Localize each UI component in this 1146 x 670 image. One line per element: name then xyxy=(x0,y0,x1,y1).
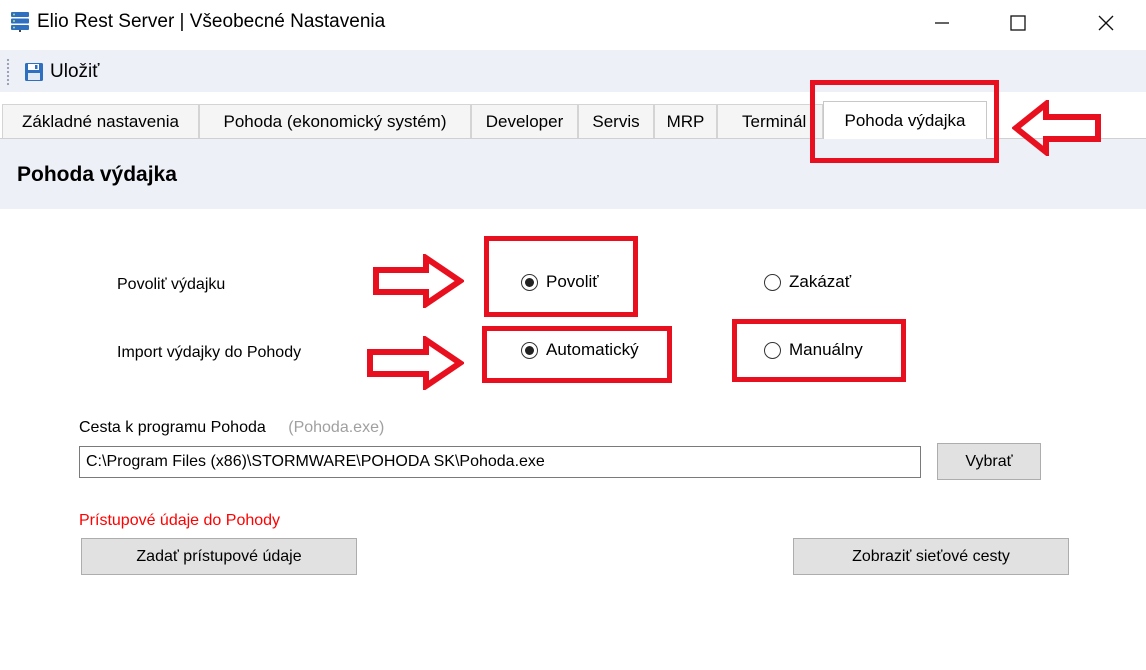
radio-disable[interactable]: Zakázať xyxy=(764,272,851,292)
tab-terminal[interactable]: Terminál xyxy=(717,104,823,138)
radio-unchecked-icon xyxy=(764,341,781,359)
browse-label: Vybrať xyxy=(965,452,1013,470)
tab-zakladne-nastavenia[interactable]: Základné nastavenia xyxy=(2,104,199,138)
tab-label: Servis xyxy=(592,111,640,131)
close-button[interactable] xyxy=(1078,0,1134,46)
tab-servis[interactable]: Servis xyxy=(578,104,654,138)
enter-credentials-button[interactable]: Zadať prístupové údaje xyxy=(81,538,357,575)
maximize-icon xyxy=(1010,15,1026,31)
window-title: Elio Rest Server | Všeobecné Nastavenia xyxy=(37,11,386,32)
minimize-button[interactable] xyxy=(914,0,970,46)
toolbar-grip[interactable] xyxy=(6,58,10,86)
credentials-label: Prístupové údaje do Pohody xyxy=(79,512,281,529)
server-icon xyxy=(10,11,30,33)
pohoda-path-input[interactable] xyxy=(79,446,921,478)
toolbar xyxy=(0,50,1146,92)
pohoda-path-label: Cesta k programu Pohoda (Pohoda.exe) xyxy=(79,419,384,437)
tab-label: Pohoda (ekonomický systém) xyxy=(223,111,447,131)
path-hint: (Pohoda.exe) xyxy=(288,419,385,436)
radio-automatic[interactable]: Automatický xyxy=(521,340,639,360)
tab-label: Základné nastavenia xyxy=(22,111,179,131)
arrow-right-icon xyxy=(367,336,464,390)
radio-manual[interactable]: Manuálny xyxy=(764,340,863,360)
tab-mrp[interactable]: MRP xyxy=(654,104,717,138)
radio-label: Automatický xyxy=(546,340,639,359)
tab-developer[interactable]: Developer xyxy=(471,104,578,138)
radio-label: Manuálny xyxy=(789,340,863,359)
radio-label: Zakázať xyxy=(789,272,852,291)
radio-label: Povoliť xyxy=(546,272,599,291)
arrow-left-icon xyxy=(1012,100,1101,156)
save-button[interactable]: Uložiť xyxy=(20,56,103,88)
tab-label: MRP xyxy=(666,111,705,131)
arrow-right-icon xyxy=(373,254,464,308)
radio-checked-icon xyxy=(521,341,538,359)
import-mode-label: Import výdajky do Pohody xyxy=(117,344,302,361)
tab-pohoda-ekonomicky-system[interactable]: Pohoda (ekonomický systém) xyxy=(199,104,471,138)
tab-label: Pohoda výdajka xyxy=(844,110,966,130)
show-network-paths-button[interactable]: Zobraziť sieťové cesty xyxy=(793,538,1069,575)
network-paths-button-label: Zobraziť sieťové cesty xyxy=(852,547,1010,565)
panel-title: Pohoda výdajka xyxy=(17,163,177,186)
save-label: Uložiť xyxy=(50,61,100,82)
floppy-disk-icon xyxy=(25,63,43,81)
radio-checked-icon xyxy=(521,273,538,291)
browse-button[interactable]: Vybrať xyxy=(937,443,1041,480)
radio-unchecked-icon xyxy=(764,273,781,291)
tab-label: Developer xyxy=(485,111,564,131)
minimize-icon xyxy=(935,22,949,24)
credentials-button-label: Zadať prístupové údaje xyxy=(136,547,302,565)
radio-enable[interactable]: Povoliť xyxy=(521,272,599,292)
path-label-text: Cesta k programu Pohoda xyxy=(79,419,266,436)
enable-issue-label: Povoliť výdajku xyxy=(117,276,226,293)
tab-label: Terminál xyxy=(742,111,807,131)
maximize-button[interactable] xyxy=(990,0,1046,46)
close-icon xyxy=(1098,15,1114,31)
tab-pohoda-vydajka[interactable]: Pohoda výdajka xyxy=(823,101,987,139)
